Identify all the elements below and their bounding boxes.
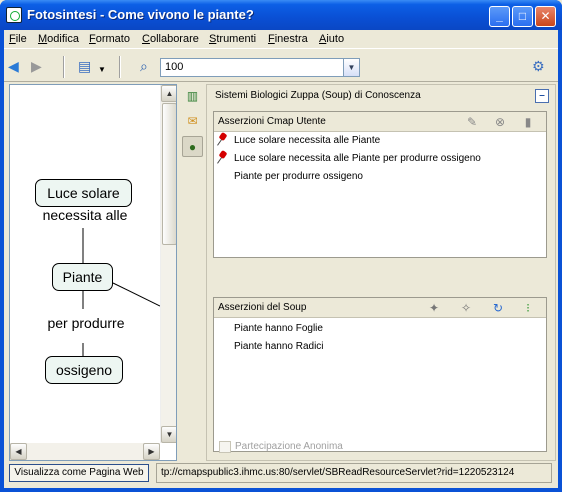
soup-icon[interactable]: ● — [182, 136, 203, 157]
window-title: Fotosintesi - Come vivono le piante? — [27, 7, 254, 22]
connection-line — [112, 282, 160, 307]
side-tab-bar: ▥ ✉ ● — [179, 84, 206, 461]
title-bar[interactable]: Fotosintesi - Come vivono le piante? _ □… — [0, 0, 562, 30]
checkbox-label: Partecipazione Anonima — [235, 441, 343, 452]
notebook-icon[interactable]: ▥ — [182, 86, 203, 107]
concept-node-piante[interactable]: Piante — [52, 263, 113, 291]
assertion-text: Piante hanno Foglie — [234, 323, 323, 334]
app-window: Fotosintesi - Come vivono le piante? _ □… — [0, 0, 562, 492]
menu-modifica[interactable]: Modifica — [38, 33, 79, 45]
back-icon[interactable]: ◀ — [8, 58, 19, 74]
menu-file[interactable]: File — [9, 33, 27, 45]
pushpin-icon — [218, 151, 230, 165]
list-item[interactable]: Luce solare necessita alle Piante per pr… — [214, 150, 548, 168]
scroll-down-button[interactable]: ▼ — [161, 426, 176, 443]
assertion-text: Luce solare necessita alle Piante — [234, 135, 381, 146]
chevron-down-icon[interactable]: ▼ — [343, 59, 359, 76]
close-button[interactable]: ✕ — [535, 6, 556, 27]
zoom-value: 100 — [165, 61, 184, 73]
menu-strumenti[interactable]: Strumenti — [209, 33, 256, 45]
view-as-webpage-button[interactable]: Visualizza come Pagina Web — [9, 464, 149, 482]
toolbar-separator — [119, 56, 121, 78]
scroll-thumb[interactable] — [162, 103, 176, 245]
menu-finestra[interactable]: Finestra — [268, 33, 308, 45]
soup-assertions-header: Asserzioni del Soup ✦ ✧ ↻ ⁝ — [214, 298, 546, 318]
refresh-icon[interactable]: ↻ — [490, 300, 506, 316]
menu-aiuto[interactable]: Aiuto — [319, 33, 344, 45]
window-client: File Modifica Formato Collaborare Strume… — [4, 30, 558, 488]
list-item[interactable]: Piante hanno Foglie — [214, 320, 548, 338]
knowledge-soup-panel: Sistemi Biologici Zuppa (Soup) di Conosc… — [206, 84, 556, 461]
soup-assertions-label: Asserzioni del Soup — [218, 302, 307, 313]
soup-assertions-section: Asserzioni del Soup ✦ ✧ ↻ ⁝ Piante hanno… — [213, 297, 547, 452]
user-assertions-section: Asserzioni Cmap Utente ✎ ⊗ ▮ Luce solare… — [213, 111, 547, 258]
user-assertions-label: Asserzioni Cmap Utente — [218, 116, 326, 127]
collapse-button[interactable]: – — [535, 89, 549, 103]
toolbar: ◀ ▶ ▤ ▼ ⌕ 100 ▼ ⚙ — [4, 50, 558, 82]
view-dropdown-icon[interactable]: ▼ — [98, 62, 106, 78]
assertion-text: Piante per produrre ossigeno — [234, 171, 363, 182]
concept-node-ossigeno[interactable]: ossigeno — [45, 356, 123, 384]
trash-icon[interactable]: ▮ — [520, 114, 536, 130]
app-icon — [6, 7, 22, 23]
link-label-per-produrre[interactable]: per produrre — [36, 315, 136, 331]
concept-node-luce-solare[interactable]: Luce solare — [35, 179, 132, 207]
discussion-icon[interactable]: ✉ — [182, 111, 203, 132]
scroll-right-button[interactable]: ▶ — [143, 443, 160, 460]
scroll-left-button[interactable]: ◀ — [10, 443, 27, 460]
checkbox-box[interactable] — [219, 441, 231, 453]
status-bar: Visualizza come Pagina Web tp://cmapspub… — [4, 462, 558, 486]
help-icon[interactable]: ⚙ — [532, 58, 545, 74]
pin-icon[interactable]: ✎ — [464, 114, 480, 130]
search-soup-icon[interactable]: ✧ — [458, 300, 474, 316]
scroll-up-button[interactable]: ▲ — [161, 85, 176, 102]
assertion-text: Piante hanno Radici — [234, 341, 324, 352]
menu-collaborare[interactable]: Collaborare — [142, 33, 199, 45]
view-options-icon[interactable]: ▤ — [78, 58, 91, 74]
list-item[interactable]: Piante per produrre ossigeno — [214, 168, 548, 186]
zoom-icon[interactable]: ⌕ — [140, 58, 148, 74]
toolbar-separator — [63, 56, 65, 78]
maximize-button[interactable]: □ — [512, 6, 533, 27]
pushpin-icon — [218, 133, 230, 147]
block-icon[interactable]: ⊗ — [492, 114, 508, 130]
panel-title: Sistemi Biologici Zuppa (Soup) di Conosc… — [215, 90, 421, 101]
assertion-text: Luce solare necessita alle Piante per pr… — [234, 153, 481, 164]
menu-bar: File Modifica Formato Collaborare Strume… — [4, 30, 558, 49]
map-horizontal-scrollbar[interactable]: ◀ ▶ — [10, 443, 160, 460]
user-assertions-header: Asserzioni Cmap Utente ✎ ⊗ ▮ — [214, 112, 546, 132]
resource-url: tp://cmapspublic3.ihmc.us:80/servlet/SBR… — [156, 463, 552, 483]
map-vertical-scrollbar[interactable]: ▲ ▼ — [160, 85, 176, 443]
minimize-button[interactable]: _ — [489, 6, 510, 27]
import-icon[interactable]: ✦ — [426, 300, 442, 316]
list-item[interactable]: Luce solare necessita alle Piante — [214, 132, 548, 150]
zoom-select[interactable]: 100 ▼ — [160, 58, 360, 77]
link-label-necessita[interactable]: necessita alle — [35, 207, 135, 223]
status-light-icon[interactable]: ⁝ — [520, 300, 536, 316]
list-item[interactable]: Piante hanno Radici — [214, 338, 548, 356]
menu-formato[interactable]: Formato — [89, 33, 130, 45]
concept-map[interactable]: Luce solare necessita alle Piante per pr… — [9, 84, 177, 461]
forward-icon[interactable]: ▶ — [31, 58, 42, 74]
